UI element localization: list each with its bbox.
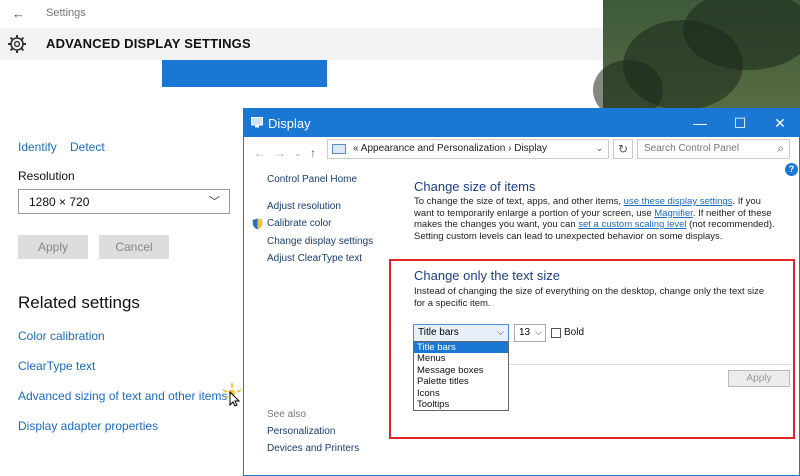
settings-app-title: Settings xyxy=(46,7,86,19)
item-dropdown-list: Title bars Menus Message boxes Palette t… xyxy=(413,341,509,411)
dropdown-option-tooltips[interactable]: Tooltips xyxy=(414,399,508,410)
dropdown-option-palette-titles[interactable]: Palette titles xyxy=(414,376,508,387)
cleartype-text-link[interactable]: ClearType text xyxy=(18,359,95,373)
settings-titlebar: ← Settings xyxy=(0,0,603,28)
dropdown-option-title-bars[interactable]: Title bars xyxy=(414,342,508,354)
related-settings-heading: Related settings xyxy=(18,293,140,312)
control-panel-icon xyxy=(332,144,346,154)
item-selected-value: Title bars xyxy=(418,327,459,338)
chevron-down-icon[interactable]: ⌄ xyxy=(294,148,302,159)
close-icon[interactable]: ✕ xyxy=(760,109,800,137)
apply-button[interactable]: Apply xyxy=(728,370,790,387)
maximize-icon[interactable]: ☐ xyxy=(720,109,760,137)
font-size-dropdown[interactable]: 13 ⌵ xyxy=(514,324,546,342)
change-size-heading: Change size of items xyxy=(414,179,536,194)
mouse-cursor-icon xyxy=(222,383,242,407)
breadcrumb[interactable]: « Appearance and Personalization › Displ… xyxy=(353,143,547,154)
see-also-label: See also xyxy=(267,409,306,420)
sidebar-item-change-display-settings[interactable]: Change display settings xyxy=(267,236,373,247)
custom-scaling-link[interactable]: set a custom scaling level xyxy=(578,219,686,230)
resolution-value: 1280 × 720 xyxy=(29,195,90,209)
display-window-title: Display xyxy=(268,116,311,131)
divider xyxy=(509,364,791,365)
shield-icon xyxy=(252,218,263,230)
settings-header: ADVANCED DISPLAY SETTINGS xyxy=(0,28,603,60)
monitor-preview[interactable] xyxy=(162,60,327,87)
display-monitor-icon xyxy=(251,117,263,128)
up-arrow-icon[interactable]: ↑ xyxy=(310,146,316,160)
devices-and-printers-link[interactable]: Devices and Printers xyxy=(267,443,359,454)
cancel-button[interactable]: Cancel xyxy=(99,235,169,259)
display-settings-link[interactable]: use these display settings xyxy=(624,196,733,207)
sidebar-item-calibrate-color[interactable]: Calibrate color xyxy=(267,218,331,229)
address-bar[interactable]: « Appearance and Personalization › Displ… xyxy=(327,139,609,159)
detect-link[interactable]: Detect xyxy=(70,140,105,154)
color-calibration-link[interactable]: Color calibration xyxy=(18,329,105,343)
forward-arrow-icon[interactable]: → xyxy=(274,146,286,160)
description-text: To change the size of text, apps, and ot… xyxy=(414,196,624,207)
page-title: ADVANCED DISPLAY SETTINGS xyxy=(46,36,251,51)
chevron-down-icon: ⌵ xyxy=(535,327,542,337)
resolution-dropdown[interactable]: 1280 × 720 ﹀ xyxy=(18,189,230,214)
personalization-link[interactable]: Personalization xyxy=(267,426,335,437)
back-arrow-icon[interactable]: ← xyxy=(254,146,266,160)
search-input[interactable]: Search Control Panel ⌕ xyxy=(637,139,790,159)
display-titlebar: Display — ☐ ✕ xyxy=(244,109,799,137)
help-icon[interactable]: ? xyxy=(785,163,798,176)
minimize-icon[interactable]: — xyxy=(680,109,720,137)
display-window: Display — ☐ ✕ ← → ⌄ ↑ « Appearance and P… xyxy=(243,108,800,476)
change-text-size-heading: Change only the text size xyxy=(414,268,560,283)
dropdown-option-message-boxes[interactable]: Message boxes xyxy=(414,365,508,376)
bold-checkbox[interactable] xyxy=(551,328,561,338)
resolution-label: Resolution xyxy=(18,169,75,183)
sidebar-item-adjust-resolution[interactable]: Adjust resolution xyxy=(267,201,341,212)
bold-label: Bold xyxy=(564,327,585,338)
dropdown-option-menus[interactable]: Menus xyxy=(414,353,508,364)
control-panel-home-link[interactable]: Control Panel Home xyxy=(267,174,357,185)
chevron-down-icon[interactable]: ⌄ xyxy=(595,143,603,154)
search-placeholder: Search Control Panel xyxy=(644,143,740,154)
sidebar-item-adjust-cleartype[interactable]: Adjust ClearType text xyxy=(267,253,362,264)
search-icon: ⌕ xyxy=(777,141,784,155)
magnifier-link[interactable]: Magnifier xyxy=(654,208,693,219)
back-arrow-icon[interactable]: ← xyxy=(12,6,25,21)
change-size-description: To change the size of text, apps, and ot… xyxy=(414,196,779,242)
refresh-icon[interactable]: ↻ xyxy=(613,139,633,159)
apply-button[interactable]: Apply xyxy=(18,235,88,259)
dropdown-option-icons[interactable]: Icons xyxy=(414,388,508,399)
chevron-down-icon: ﹀ xyxy=(209,196,220,208)
font-size-value: 13 xyxy=(519,327,531,338)
display-adapter-link[interactable]: Display adapter properties xyxy=(18,419,158,433)
advanced-sizing-link[interactable]: Advanced sizing of text and other items xyxy=(18,389,227,403)
chevron-down-icon: ⌵ xyxy=(497,327,504,337)
gear-icon xyxy=(8,35,26,53)
item-dropdown[interactable]: Title bars ⌵ xyxy=(413,324,509,342)
change-text-size-description: Instead of changing the size of everythi… xyxy=(414,286,765,309)
identify-link[interactable]: Identify xyxy=(18,140,57,154)
